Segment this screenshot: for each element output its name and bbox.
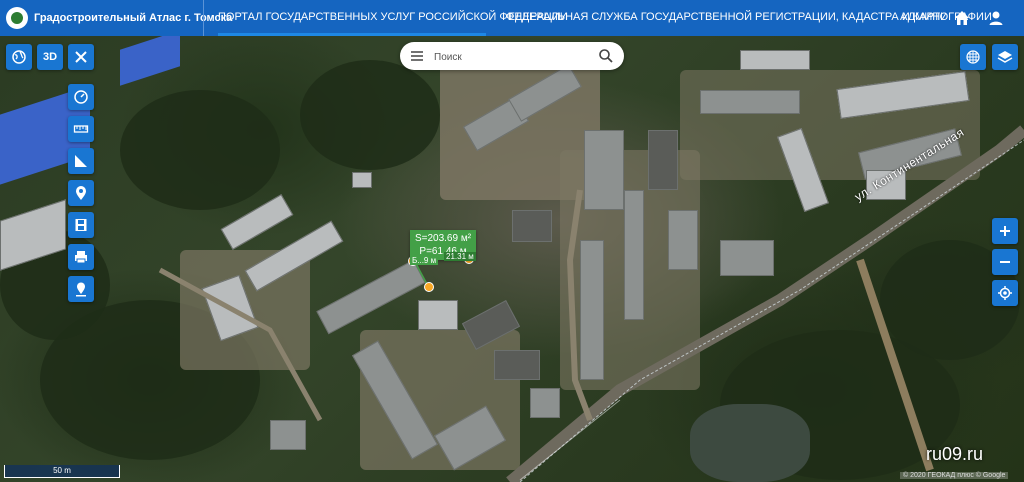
zoom-out-button[interactable] (992, 249, 1018, 275)
zoom-in-button[interactable] (992, 218, 1018, 244)
close-icon (75, 51, 87, 63)
locate-icon (998, 286, 1012, 300)
save-icon (75, 219, 87, 231)
scale-bar: 50 m (4, 465, 120, 478)
side-length-label: 21.31 м (444, 252, 476, 261)
city-emblem-icon (6, 7, 28, 29)
side-length-label: Б...9 м (410, 256, 439, 265)
user-icon[interactable] (986, 8, 1006, 28)
grid-button[interactable] (960, 44, 986, 70)
side-road (566, 189, 593, 422)
map-attribution: © 2020 ГЕОКАД плюс © Google (900, 472, 1009, 479)
close-button[interactable] (68, 44, 94, 70)
home-icon[interactable] (952, 8, 972, 28)
search-bar (400, 42, 624, 70)
watermark: ru09.ru (926, 444, 984, 464)
scale-label: 50 m (53, 466, 71, 475)
search-input[interactable] (432, 47, 586, 67)
layers-button[interactable] (992, 44, 1018, 70)
dirt-road (856, 258, 934, 472)
main-road (506, 125, 1024, 482)
top-navigation-bar: Градостроительный Атлас г. Томска ПОРТАЛ… (0, 0, 1024, 36)
ruler-icon (73, 125, 89, 133)
area-tool-button[interactable] (68, 148, 94, 174)
grid-icon (966, 50, 980, 64)
satellite-map[interactable]: S=203.69 м² P=61.46 м Б...9 м 21.31 м ул… (0, 0, 1024, 482)
globe-button[interactable] (6, 44, 32, 70)
print-button[interactable] (68, 244, 94, 270)
roads-layer (158, 125, 1024, 482)
side-road (158, 267, 323, 422)
divider (203, 0, 204, 36)
zoom-out-icon (1000, 261, 1010, 263)
ruler-tool-button[interactable] (68, 116, 94, 142)
gauge-tool-button[interactable] (68, 84, 94, 110)
menu-icon[interactable] (410, 49, 424, 63)
search-icon[interactable] (598, 48, 614, 64)
globe-icon (12, 50, 26, 64)
save-button[interactable] (68, 212, 94, 238)
place-marker-button[interactable] (68, 276, 94, 302)
nav-active-indicator (218, 33, 486, 36)
point-tool-button[interactable] (68, 180, 94, 206)
pin-icon (76, 186, 86, 200)
location-pin-icon (76, 282, 86, 297)
print-icon (75, 251, 87, 264)
area-value: S=203.69 м² (414, 233, 472, 244)
measure-vertex[interactable] (424, 282, 434, 292)
layers-icon (997, 51, 1013, 63)
brand[interactable]: Градостроительный Атлас г. Томска (6, 4, 232, 32)
gauge-icon (74, 90, 88, 104)
zoom-in-icon (1000, 226, 1010, 236)
locate-button[interactable] (992, 280, 1018, 306)
3d-mode-button[interactable]: 3D (37, 44, 63, 70)
area-icon (75, 155, 87, 167)
nav-link-administration[interactable]: АДМИНИСТ (900, 11, 946, 23)
boundary-line (519, 399, 621, 481)
